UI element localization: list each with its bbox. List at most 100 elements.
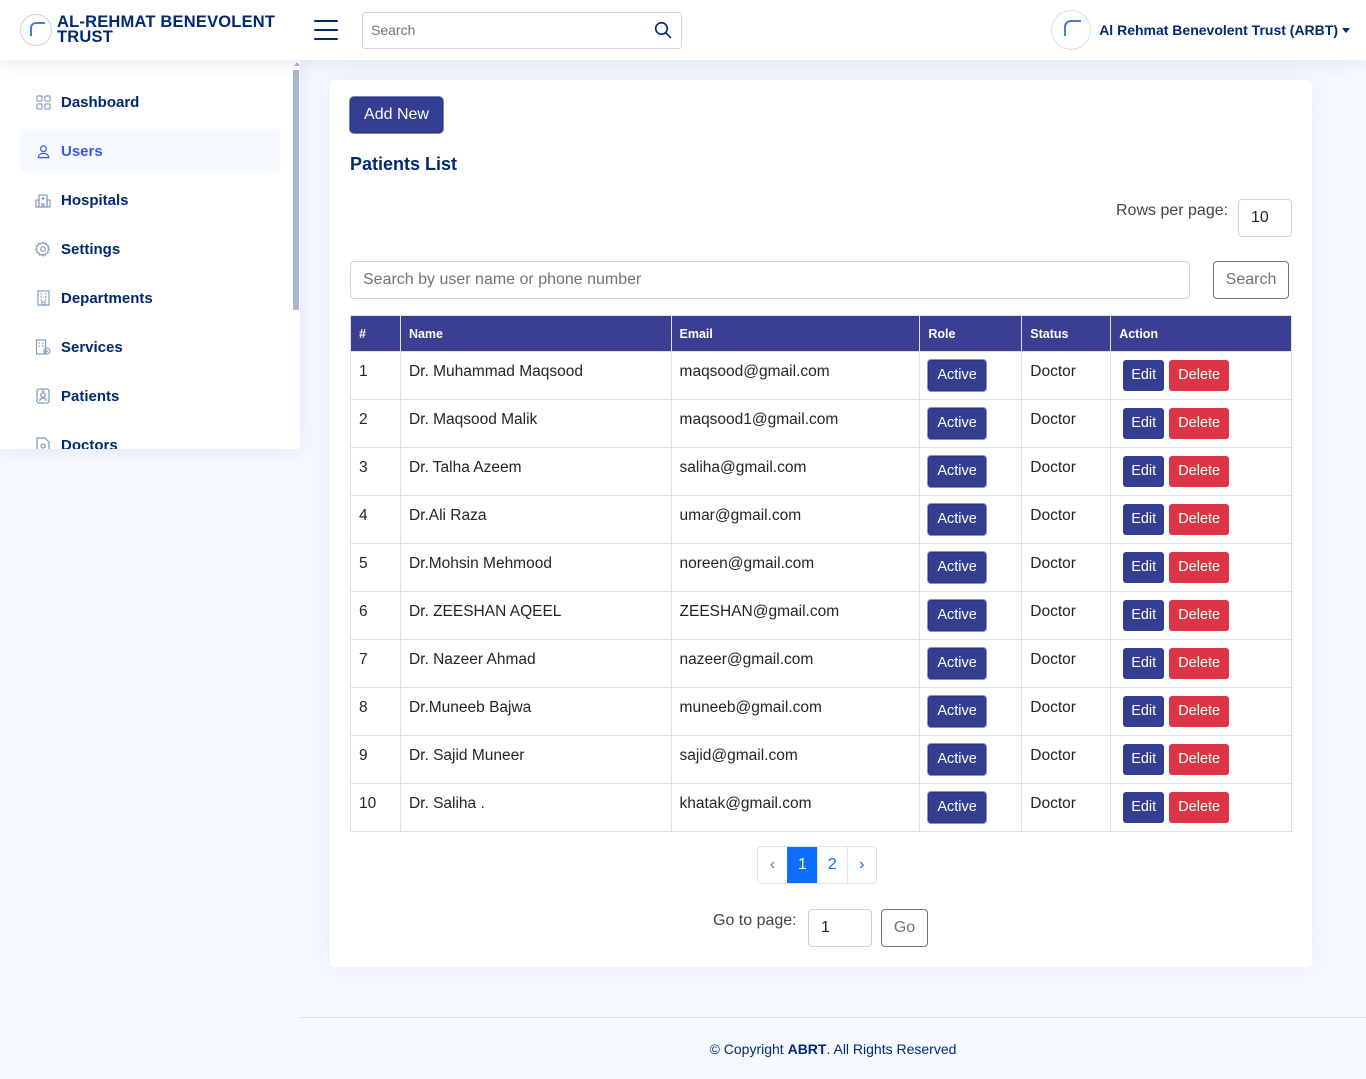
- table-row: 8 Dr.Muneeb Bajwa muneeb@gmail.com Active Do…: [350, 687, 1292, 736]
- edit-button[interactable]: Edit: [1123, 648, 1165, 679]
- pagination: ‹ 1 2 ›: [757, 846, 877, 884]
- edit-button[interactable]: Edit: [1123, 504, 1165, 535]
- edit-button[interactable]: Edit: [1123, 360, 1165, 391]
- pagination-page-2[interactable]: 2: [816, 847, 847, 883]
- profile-dropdown[interactable]: Al Rehmat Benevolent Trust (ARBT): [1051, 10, 1350, 50]
- goto-page-input[interactable]: [808, 909, 872, 947]
- column-header: Email: [670, 315, 921, 352]
- person-badge-icon: [35, 388, 51, 404]
- rows-per-page-select[interactable]: 10: [1238, 199, 1292, 237]
- active-button[interactable]: Active: [928, 408, 986, 439]
- table-row: 1 Dr. Muhammad Maqsood maqsood@gmail.com Ac…: [350, 351, 1292, 400]
- brand-name-line2: TRUST: [57, 28, 113, 46]
- delete-button[interactable]: Delete: [1169, 648, 1230, 679]
- pagination-prev[interactable]: ‹: [758, 847, 787, 883]
- delete-button[interactable]: Delete: [1169, 408, 1230, 439]
- active-button[interactable]: Active: [928, 696, 986, 727]
- delete-button[interactable]: Delete: [1169, 360, 1230, 391]
- delete-button[interactable]: Delete: [1169, 552, 1230, 583]
- header-search: [362, 11, 682, 49]
- sidebar-item-departments[interactable]: Departments: [20, 276, 280, 320]
- action-cell: Edit Delete: [1110, 399, 1292, 448]
- delete-button[interactable]: Delete: [1169, 456, 1230, 487]
- scrollbar-thumb[interactable]: [293, 70, 299, 310]
- user-name: Dr. Nazeer Ahmad: [399, 639, 672, 688]
- user-status: Doctor: [1021, 639, 1112, 688]
- edit-button[interactable]: Edit: [1123, 696, 1165, 727]
- add-new-button[interactable]: Add New: [350, 97, 443, 133]
- delete-button[interactable]: Delete: [1169, 504, 1230, 535]
- row-number: 4: [350, 495, 401, 544]
- table-row: 9 Dr. Sajid Muneer sajid@gmail.com Active Do…: [350, 735, 1292, 784]
- file-person-icon: [35, 437, 51, 449]
- user-name: Dr.Mohsin Mehmood: [399, 543, 672, 592]
- hospital-icon: [35, 192, 51, 208]
- sidebar-item-label: Departments: [61, 289, 153, 307]
- footer: © Copyright ABRT. All Rights Reserved: [300, 1017, 1366, 1079]
- user-status: Doctor: [1021, 735, 1112, 784]
- pagination-page-1[interactable]: 1: [787, 847, 817, 883]
- user-name: Dr. Talha Azeem: [399, 447, 672, 496]
- action-cell: Edit Delete: [1110, 735, 1292, 784]
- avatar: [1051, 10, 1092, 50]
- user-email: khatak@gmail.com: [670, 783, 921, 832]
- sidebar-item-hospitals[interactable]: Hospitals: [20, 178, 280, 222]
- pagination-next[interactable]: ›: [846, 847, 876, 883]
- active-button[interactable]: Active: [928, 504, 986, 535]
- delete-button[interactable]: Delete: [1169, 696, 1230, 727]
- edit-button[interactable]: Edit: [1123, 408, 1165, 439]
- active-button[interactable]: Active: [928, 648, 986, 679]
- row-number: 10: [350, 783, 401, 832]
- active-button[interactable]: Active: [928, 600, 986, 631]
- sidebar-item-doctors[interactable]: Doctors: [20, 423, 280, 449]
- user-name: Dr. Maqsood Malik: [399, 399, 672, 448]
- sidebar-item-users[interactable]: Users: [20, 129, 280, 173]
- sidebar-item-settings[interactable]: Settings: [20, 227, 280, 271]
- delete-button[interactable]: Delete: [1169, 792, 1230, 823]
- row-number: 6: [350, 591, 401, 640]
- sidebar-item-services[interactable]: Services: [20, 325, 280, 369]
- sidebar-scrollbar[interactable]: [292, 62, 300, 312]
- user-email: nazeer@gmail.com: [670, 639, 921, 688]
- column-header: Name: [399, 315, 672, 352]
- active-button[interactable]: Active: [928, 456, 986, 487]
- goto-page-label: Go to page:: [713, 912, 797, 929]
- user-search-input[interactable]: [350, 261, 1190, 299]
- scroll-up-arrow-icon[interactable]: [294, 62, 300, 66]
- edit-button[interactable]: Edit: [1123, 552, 1165, 583]
- active-button[interactable]: Active: [928, 552, 986, 583]
- action-cell: Edit Delete: [1110, 687, 1292, 736]
- delete-button[interactable]: Delete: [1169, 600, 1230, 631]
- go-button[interactable]: Go: [881, 909, 928, 947]
- user-status: Doctor: [1021, 591, 1112, 640]
- column-header: #: [350, 315, 401, 352]
- chevron-down-icon: [1342, 27, 1350, 33]
- user-email: sajid@gmail.com: [670, 735, 921, 784]
- user-status: Doctor: [1021, 447, 1112, 496]
- sidebar-nav: Dashboard Users Hospitals Settings Departmen…: [0, 60, 300, 449]
- edit-button[interactable]: Edit: [1123, 456, 1165, 487]
- sidebar-item-label: Services: [61, 338, 123, 356]
- header-search-input[interactable]: [371, 22, 653, 38]
- edit-button[interactable]: Edit: [1123, 744, 1165, 775]
- menu-toggle-icon[interactable]: [314, 20, 338, 40]
- sidebar-item-patients[interactable]: Patients: [20, 374, 280, 418]
- search-button[interactable]: Search: [1213, 261, 1289, 299]
- table-row: 2 Dr. Maqsood Malik maqsood1@gmail.com Acti…: [350, 399, 1292, 448]
- action-cell: Edit Delete: [1110, 351, 1292, 400]
- table-row: 3 Dr. Talha Azeem saliha@gmail.com Active Do…: [350, 447, 1292, 496]
- user-name: Dr. Saliha .: [399, 783, 672, 832]
- active-button[interactable]: Active: [928, 360, 986, 391]
- search-icon[interactable]: [653, 20, 673, 40]
- sidebar-item-dashboard[interactable]: Dashboard: [20, 80, 280, 124]
- user-email: muneeb@gmail.com: [670, 687, 921, 736]
- active-button[interactable]: Active: [928, 744, 986, 775]
- sidebar-item-label: Settings: [61, 240, 121, 258]
- edit-button[interactable]: Edit: [1123, 600, 1165, 631]
- active-button[interactable]: Active: [928, 792, 986, 823]
- user-name: Dr. Sajid Muneer: [399, 735, 672, 784]
- edit-button[interactable]: Edit: [1123, 792, 1165, 823]
- delete-button[interactable]: Delete: [1169, 744, 1230, 775]
- role-cell: Active: [919, 543, 1023, 592]
- brand-logo[interactable]: AL-REHMAT BENEVOLENT TRUST: [0, 14, 300, 46]
